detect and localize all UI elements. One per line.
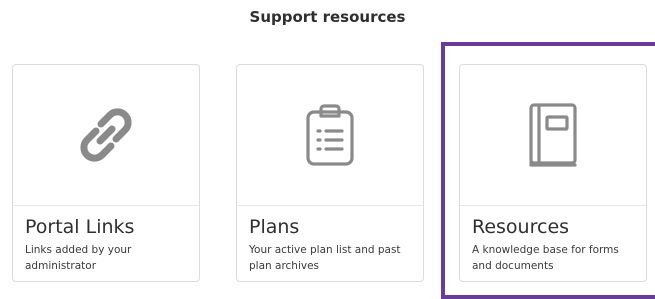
card-title: Resources [472,216,570,238]
card-resources[interactable]: Resources A knowledge base for forms and… [459,64,647,282]
card-icon-area [237,65,423,206]
card-title: Portal Links [25,216,135,238]
section-title: Support resources [249,8,406,26]
card-plans[interactable]: Plans Your active plan list and past pla… [236,64,424,282]
card-description: Your active plan list and past plan arch… [249,244,401,272]
card-description: Links added by your administrator [25,244,132,272]
card-icon-area [460,65,646,206]
card-portal-links[interactable]: Portal Links Links added by your adminis… [12,64,200,282]
link-icon [80,108,132,162]
card-title: Plans [249,216,300,238]
card-description: A knowledge base for forms and documents [472,244,619,272]
card-icon-area [13,65,199,206]
clipboard-list-icon [306,104,354,166]
book-icon [529,103,577,167]
